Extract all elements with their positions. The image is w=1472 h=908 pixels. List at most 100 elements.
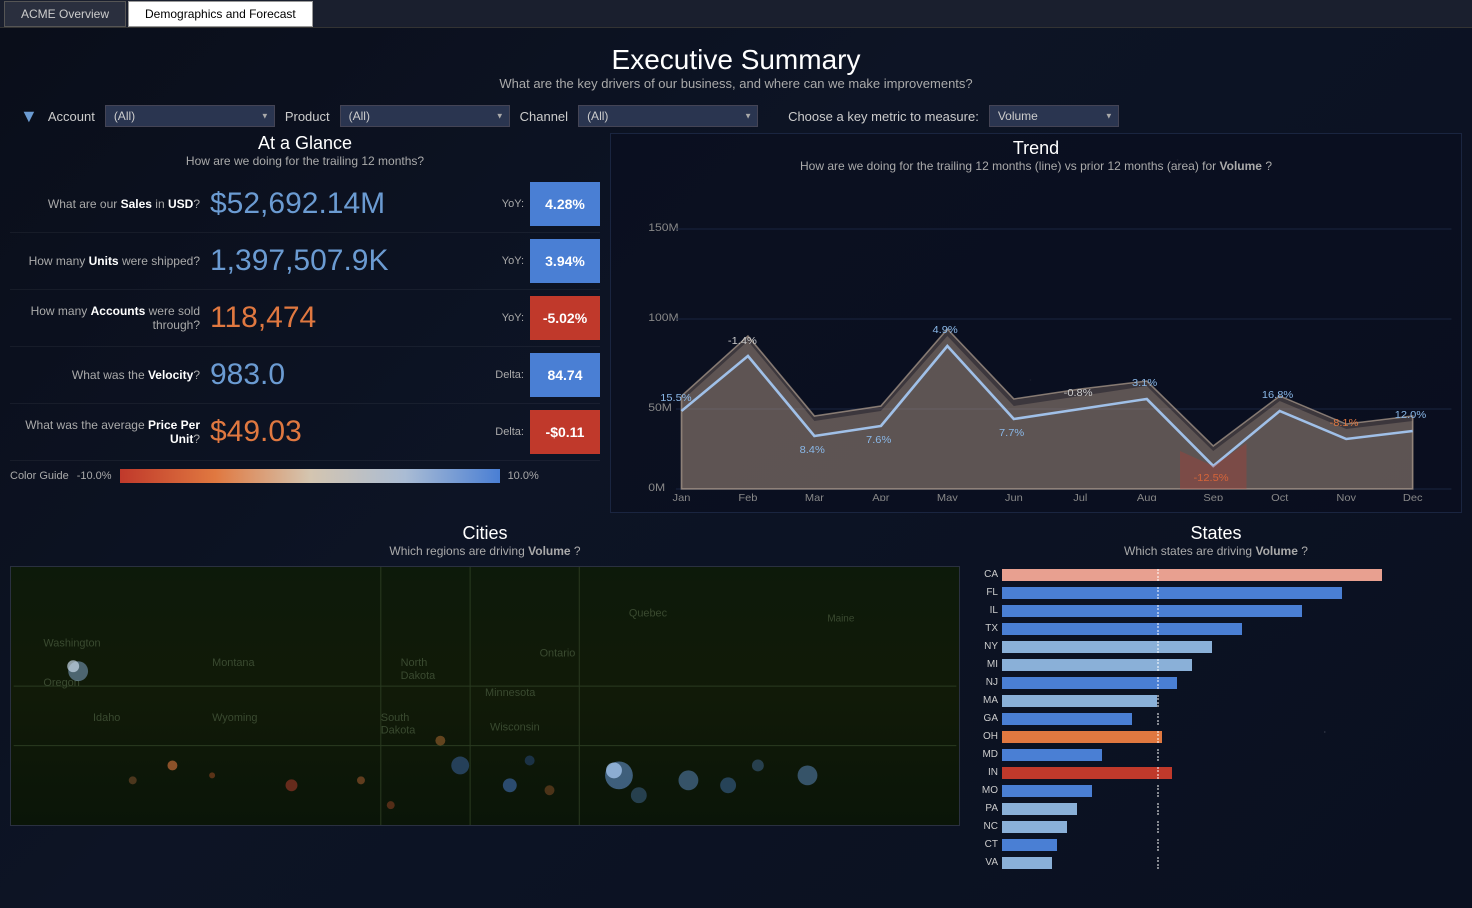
svg-text:3.1%: 3.1% bbox=[1132, 377, 1157, 388]
state-row-ca: CA bbox=[974, 566, 1458, 583]
state-bar-container-va bbox=[1002, 857, 1458, 869]
cities-title: Cities bbox=[10, 523, 960, 544]
state-row-pa: PA bbox=[974, 800, 1458, 817]
metric-select[interactable]: Volume bbox=[989, 105, 1119, 127]
svg-text:Montana: Montana bbox=[212, 657, 255, 669]
svg-text:Quebec: Quebec bbox=[629, 608, 668, 620]
sales-question: What are our Sales in USD? bbox=[10, 197, 210, 211]
sales-badge: 4.28% bbox=[530, 182, 600, 226]
at-a-glance-panel: At a Glance How are we doing for the tra… bbox=[10, 133, 600, 513]
state-row-md: MD bbox=[974, 746, 1458, 763]
state-bar-in bbox=[1002, 767, 1172, 779]
svg-text:Sep: Sep bbox=[1203, 492, 1223, 501]
state-label-ny: NY bbox=[974, 641, 1002, 652]
state-bar-container-il bbox=[1002, 605, 1458, 617]
dotted-line-va bbox=[1157, 857, 1159, 869]
state-bar-tx bbox=[1002, 623, 1242, 635]
account-filter-wrapper: (All) bbox=[105, 105, 275, 127]
state-bar-ct bbox=[1002, 839, 1057, 851]
svg-text:Dakota: Dakota bbox=[401, 670, 436, 682]
state-label-mi: MI bbox=[974, 659, 1002, 670]
map-svg: Quebec Ontario North Dakota Montana Minn… bbox=[11, 567, 959, 825]
account-select[interactable]: (All) bbox=[105, 105, 275, 127]
metric-row-price: What was the average Price Per Unit? $49… bbox=[10, 404, 600, 461]
state-label-ct: CT bbox=[974, 839, 1002, 850]
state-bar-container-in bbox=[1002, 767, 1458, 779]
state-bar-container-md bbox=[1002, 749, 1458, 761]
svg-text:Aug: Aug bbox=[1137, 492, 1157, 501]
color-guide-max: 10.0% bbox=[508, 470, 539, 482]
state-label-nc: NC bbox=[974, 821, 1002, 832]
at-a-glance-subtitle: How are we doing for the trailing 12 mon… bbox=[10, 154, 600, 168]
dotted-line-pa bbox=[1157, 803, 1159, 815]
filter-bar: ▼ Account (All) Product (All) Channel (A… bbox=[0, 99, 1472, 133]
channel-filter-wrapper: (All) bbox=[578, 105, 758, 127]
state-row-nc: NC bbox=[974, 818, 1458, 835]
state-label-oh: OH bbox=[974, 731, 1002, 742]
velocity-value: 983.0 bbox=[210, 358, 495, 392]
state-row-in: IN bbox=[974, 764, 1458, 781]
state-bar-nj bbox=[1002, 677, 1177, 689]
tab-acme-overview[interactable]: ACME Overview bbox=[4, 1, 126, 27]
states-chart: CA FL IL bbox=[970, 566, 1462, 871]
velocity-badge: 84.74 bbox=[530, 353, 600, 397]
tab-demographics-forecast[interactable]: Demographics and Forecast bbox=[128, 1, 313, 27]
state-label-tx: TX bbox=[974, 623, 1002, 634]
cities-subtitle: Which regions are driving Volume ? bbox=[10, 544, 960, 558]
state-bar-mi bbox=[1002, 659, 1192, 671]
state-bar-mo bbox=[1002, 785, 1092, 797]
svg-text:4.9%: 4.9% bbox=[933, 324, 958, 335]
accounts-question: How many Accounts were sold through? bbox=[10, 304, 210, 332]
trend-title: Trend bbox=[615, 138, 1457, 159]
state-bar-oh bbox=[1002, 731, 1162, 743]
state-row-fl: FL bbox=[974, 584, 1458, 601]
state-row-tx: TX bbox=[974, 620, 1458, 637]
color-bar bbox=[120, 469, 500, 483]
state-bar-md bbox=[1002, 749, 1102, 761]
state-bar-ca bbox=[1002, 569, 1382, 581]
svg-text:Jul: Jul bbox=[1073, 492, 1087, 501]
state-row-mi: MI bbox=[974, 656, 1458, 673]
dotted-line-ct bbox=[1157, 839, 1159, 851]
state-bar-nc bbox=[1002, 821, 1067, 833]
svg-text:0M: 0M bbox=[648, 482, 665, 494]
state-bar-container-ma bbox=[1002, 695, 1458, 707]
svg-text:16.8%: 16.8% bbox=[1262, 389, 1293, 400]
state-bar-container-mo bbox=[1002, 785, 1458, 797]
state-row-il: IL bbox=[974, 602, 1458, 619]
color-guide-min: -10.0% bbox=[77, 470, 112, 482]
state-row-ma: MA bbox=[974, 692, 1458, 709]
state-bar-container-nc bbox=[1002, 821, 1458, 833]
state-bar-container-ct bbox=[1002, 839, 1458, 851]
units-yoy-label: YoY: bbox=[502, 255, 524, 267]
metric-filter-wrapper: Volume bbox=[989, 105, 1119, 127]
svg-text:Washington: Washington bbox=[43, 637, 100, 649]
svg-text:South: South bbox=[381, 712, 410, 724]
svg-text:Ontario: Ontario bbox=[540, 647, 576, 659]
state-label-ga: GA bbox=[974, 713, 1002, 724]
svg-text:Nov: Nov bbox=[1336, 492, 1356, 501]
svg-text:12.0%: 12.0% bbox=[1395, 409, 1426, 420]
svg-text:8.4%: 8.4% bbox=[800, 444, 825, 455]
state-row-oh: OH bbox=[974, 728, 1458, 745]
state-bar-ny bbox=[1002, 641, 1212, 653]
state-bar-container-pa bbox=[1002, 803, 1458, 815]
product-select[interactable]: (All) bbox=[340, 105, 510, 127]
svg-text:Maine: Maine bbox=[827, 614, 854, 625]
sales-value: $52,692.14M bbox=[210, 187, 502, 221]
svg-text:100M: 100M bbox=[648, 312, 678, 324]
svg-text:Idaho: Idaho bbox=[93, 712, 120, 724]
channel-select[interactable]: (All) bbox=[578, 105, 758, 127]
filter-icon: ▼ bbox=[20, 106, 38, 127]
main-content: Executive Summary What are the key drive… bbox=[0, 28, 1472, 908]
page-header: Executive Summary What are the key drive… bbox=[0, 28, 1472, 99]
svg-text:Wisconsin: Wisconsin bbox=[490, 722, 540, 734]
svg-text:7.6%: 7.6% bbox=[866, 434, 891, 445]
metric-row-velocity: What was the Velocity? 983.0 Delta: 84.7… bbox=[10, 347, 600, 404]
product-label: Product bbox=[285, 109, 330, 124]
svg-text:Jun: Jun bbox=[1005, 492, 1023, 501]
state-row-ct: CT bbox=[974, 836, 1458, 853]
metric-row-units: How many Units were shipped? 1,397,507.9… bbox=[10, 233, 600, 290]
svg-text:North: North bbox=[401, 657, 428, 669]
state-bar-container-tx bbox=[1002, 623, 1458, 635]
